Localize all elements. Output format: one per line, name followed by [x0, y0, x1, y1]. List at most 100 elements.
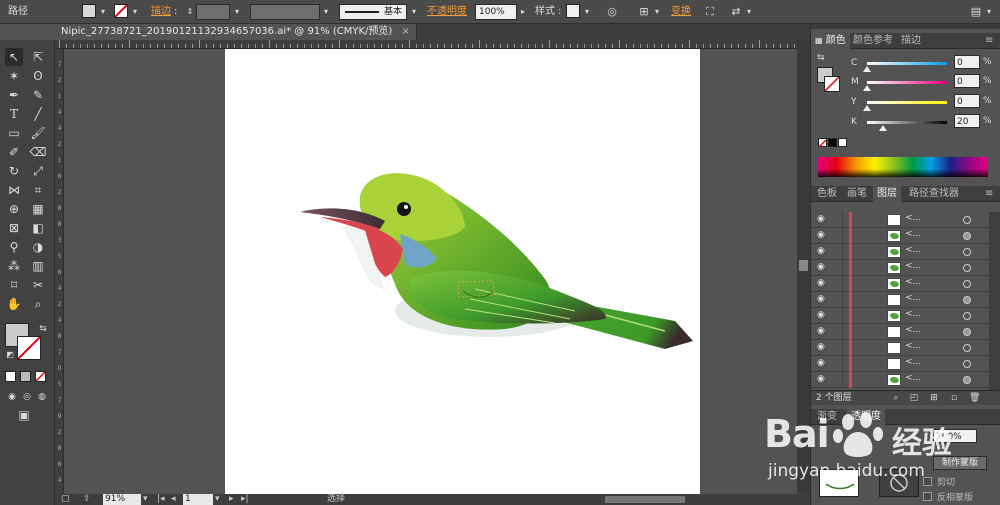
fill-dropdown-icon[interactable]: ▾ [98, 4, 108, 20]
make-mask-button[interactable]: 制作蒙版 [933, 456, 987, 470]
lock-toggle[interactable] [833, 308, 843, 323]
visibility-eye-icon[interactable]: ◉ [817, 246, 825, 256]
column-graph-icon[interactable]: ▥ [29, 257, 47, 275]
layer-row[interactable]: ◉ <... [811, 372, 989, 388]
panel-options-icon[interactable]: ≡ [981, 33, 997, 49]
document-tab[interactable]: Nipic_27738721_20190121132934657036.ai* … [55, 24, 417, 40]
tab-pathfinder[interactable]: 路径查找器 [905, 186, 963, 202]
hand-tool-icon[interactable]: ✋ [5, 295, 23, 313]
gradient-mode-button[interactable] [20, 371, 31, 382]
target-circle-icon[interactable] [963, 248, 971, 256]
yellow-slider[interactable] [867, 101, 947, 104]
layer-row[interactable]: ◉ <... [811, 212, 989, 228]
target-circle-icon[interactable] [963, 328, 971, 336]
flip-icon[interactable]: ⇄ [728, 4, 744, 20]
black-swatch[interactable] [828, 138, 837, 147]
tab-stroke[interactable]: 描边 [897, 33, 925, 49]
visibility-eye-icon[interactable]: ◉ [817, 278, 825, 288]
target-circle-icon[interactable] [963, 296, 971, 304]
line-tool-icon[interactable]: ╱ [29, 105, 47, 123]
target-circle-icon[interactable] [963, 280, 971, 288]
layer-row[interactable]: ◉ <... [811, 276, 989, 292]
yellow-slider-knob[interactable] [863, 105, 871, 111]
screen-mode-icon[interactable]: ▣ [15, 406, 33, 424]
stroke-weight-dropdown-icon[interactable]: ▾ [232, 4, 242, 20]
fill-swatch[interactable] [82, 4, 96, 18]
paintbrush-icon[interactable]: 🖌 [29, 124, 47, 142]
visibility-eye-icon[interactable]: ◉ [817, 326, 825, 336]
transparency-opacity-field[interactable]: 100% [933, 429, 977, 443]
yellow-value-field[interactable]: 0 [954, 94, 980, 108]
zoom-dropdown-icon[interactable]: ▾ [143, 494, 148, 505]
zoom-field[interactable]: 91% [103, 494, 141, 505]
perspective-grid-icon[interactable]: ▦ [29, 200, 47, 218]
visibility-eye-icon[interactable]: ◉ [817, 374, 825, 384]
curvature-tool-icon[interactable]: ✎ [29, 86, 47, 104]
layer-name[interactable]: <... [905, 373, 921, 383]
visibility-eye-icon[interactable]: ◉ [817, 342, 825, 352]
stroke-weight-label[interactable]: 描边 [151, 4, 171, 20]
layer-name[interactable]: <... [905, 357, 921, 367]
export-icon[interactable]: ⇪ [83, 494, 91, 505]
zoom-tool-icon[interactable]: ⌕ [29, 295, 47, 313]
pasteboard[interactable] [65, 49, 797, 494]
pen-tool-icon[interactable]: ✒ [5, 86, 23, 104]
magenta-slider[interactable] [867, 81, 947, 84]
stroke-swatch[interactable] [114, 4, 128, 18]
layer-row[interactable]: ◉ <... [811, 308, 989, 324]
draw-inside-icon[interactable]: ◍ [33, 388, 51, 406]
width-tool-icon[interactable]: ⋈ [5, 181, 23, 199]
target-circle-icon[interactable] [963, 264, 971, 272]
new-sublayer-icon[interactable]: ⊞ [929, 393, 939, 403]
lock-toggle[interactable] [833, 324, 843, 339]
visibility-eye-icon[interactable]: ◉ [817, 230, 825, 240]
lock-toggle[interactable] [833, 244, 843, 259]
locate-object-icon[interactable]: ⌕ [891, 393, 901, 403]
target-circle-icon[interactable] [963, 312, 971, 320]
mask-thumbnail[interactable] [879, 469, 919, 497]
layer-name[interactable]: <... [905, 325, 921, 335]
align-icon[interactable]: ⊞ [636, 4, 652, 20]
tab-swatches[interactable]: 色板 [813, 186, 841, 202]
first-artboard-icon[interactable]: |◂ [157, 494, 165, 505]
lock-toggle[interactable] [833, 212, 843, 227]
isolate-icon[interactable]: ⛶ [702, 4, 718, 20]
lock-toggle[interactable] [833, 228, 843, 243]
swap-colors-icon[interactable]: ⇆ [817, 53, 825, 63]
variable-width-arrow-icon[interactable]: ▾ [321, 4, 331, 20]
layer-name[interactable]: <... [905, 261, 921, 271]
vertical-scroll-thumb[interactable] [799, 260, 808, 271]
layer-name[interactable]: <... [905, 213, 921, 223]
layer-row[interactable]: ◉ <... [811, 340, 989, 356]
new-layer-icon[interactable]: ▫ [949, 393, 959, 403]
canvas-vertical-scrollbar[interactable] [797, 40, 810, 494]
tab-transparency[interactable]: 透明度 [847, 409, 885, 425]
clip-checkbox[interactable] [923, 477, 932, 486]
visibility-eye-icon[interactable]: ◉ [817, 358, 825, 368]
next-artboard-icon[interactable]: ▸ [229, 494, 234, 505]
opacity-label[interactable]: 不透明度 [427, 4, 467, 20]
bird-artwork[interactable] [225, 49, 700, 494]
layer-row[interactable]: ◉ <... [811, 356, 989, 372]
layer-row[interactable]: ◉ <... [811, 228, 989, 244]
visibility-eye-icon[interactable]: ◉ [817, 262, 825, 272]
target-circle-icon[interactable] [963, 216, 971, 224]
blend-tool-icon[interactable]: ◑ [29, 238, 47, 256]
eraser-icon[interactable]: ⌫ [29, 143, 47, 161]
magenta-value-field[interactable]: 0 [954, 74, 980, 88]
free-transform-icon[interactable]: ⌗ [29, 181, 47, 199]
scale-tool-icon[interactable]: ⤢ [29, 162, 47, 180]
rectangle-tool-icon[interactable]: ▭ [5, 124, 23, 142]
graphic-style-swatch[interactable] [566, 4, 580, 18]
layer-row[interactable]: ◉ <... [811, 244, 989, 260]
eyedropper-icon[interactable]: ⚲ [5, 238, 23, 256]
lasso-icon[interactable]: ʘ [29, 67, 47, 85]
transform-label[interactable]: 变换 [671, 4, 691, 20]
color-spectrum[interactable] [818, 157, 988, 177]
lock-toggle[interactable] [833, 292, 843, 307]
direct-selection-tool-icon[interactable]: ⇱ [29, 48, 47, 66]
target-circle-icon[interactable] [963, 360, 971, 368]
magenta-slider-knob[interactable] [863, 85, 871, 91]
lock-toggle[interactable] [833, 260, 843, 275]
panel-menu-icon[interactable]: ▤ [968, 4, 984, 20]
